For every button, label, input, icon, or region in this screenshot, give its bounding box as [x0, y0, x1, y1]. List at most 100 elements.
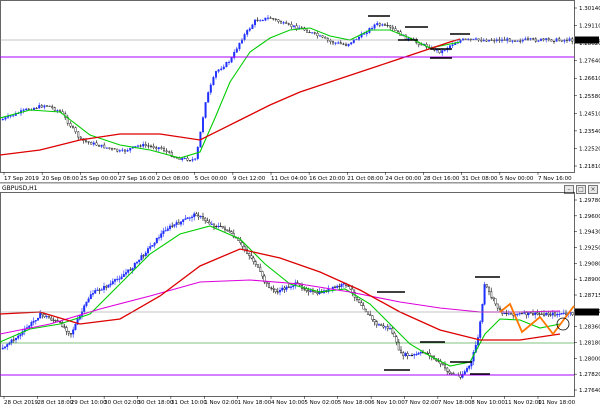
candle-body — [303, 288, 306, 290]
candle-body — [375, 321, 378, 326]
plot-frame — [0, 192, 575, 397]
candle-body — [71, 125, 74, 128]
h4-price-chart[interactable]: 1.30140 1.29110 1.28620 1.27640 1.26610 1.255… — [0, 0, 600, 183]
candle-body — [490, 291, 493, 298]
candle-body — [168, 151, 171, 153]
h1-chart-pane[interactable]: GBPUSD,H1 – □ × 1.29780 1.29600 1.29430 1.2… — [0, 184, 600, 407]
candle-body — [285, 22, 288, 24]
candle-body — [193, 213, 196, 218]
h1-price-chart[interactable]: 1.29780 1.29600 1.29430 1.29250 1.29080 1.289… — [0, 184, 600, 407]
candle-body — [151, 245, 154, 247]
candle-body — [83, 305, 86, 312]
candle-body — [371, 28, 374, 30]
candle-body — [272, 288, 275, 290]
candle-body — [246, 30, 249, 35]
candle-body — [184, 218, 187, 220]
candle-body — [292, 285, 295, 288]
candle-body — [248, 28, 251, 31]
candle-body — [100, 289, 103, 291]
candle-body — [227, 61, 230, 63]
candle-body — [25, 108, 28, 110]
candle-body — [136, 145, 139, 147]
price-tick-label: 1.23540 — [579, 129, 600, 135]
candle-body — [565, 312, 568, 315]
candle-body — [190, 216, 193, 218]
candle-body — [3, 346, 6, 349]
candle-body — [259, 20, 262, 22]
candle-body — [311, 32, 314, 34]
candle-body — [540, 313, 543, 315]
candle-body — [334, 42, 337, 44]
price-tick-label: 1.28900 — [579, 277, 600, 283]
candle-body — [536, 312, 539, 315]
candle-body — [529, 38, 532, 40]
candle-body — [92, 142, 95, 145]
candle-body — [153, 242, 156, 246]
candle-body — [120, 276, 123, 280]
candle-body — [97, 144, 100, 147]
price-tick-label: 1.29110 — [579, 24, 600, 30]
candle-body — [332, 41, 335, 44]
candle-body — [12, 339, 15, 341]
candle-body — [54, 320, 57, 322]
candle-body — [173, 224, 176, 227]
candle-body — [358, 299, 361, 304]
candle-body — [485, 284, 488, 288]
candle-body — [350, 42, 353, 45]
candle-body — [34, 320, 37, 322]
candle-body — [226, 229, 229, 231]
time-tick-label: 31 Oct 10:00 — [171, 400, 207, 406]
candle-body — [556, 313, 559, 316]
candle-body — [116, 278, 119, 280]
candle-body — [243, 246, 246, 250]
time-tick-label: 7 Nov 02:00 — [405, 400, 439, 406]
candle-body — [519, 40, 522, 42]
candle-body — [155, 147, 158, 149]
candle-body — [122, 274, 125, 278]
candle-body — [518, 313, 521, 315]
candle-body — [551, 312, 554, 316]
h4-chart-pane[interactable]: 1.30140 1.29110 1.28620 1.27640 1.26610 1.255… — [0, 0, 600, 183]
candle-body — [313, 32, 316, 34]
candle-body — [165, 150, 168, 152]
candle-body — [285, 286, 288, 290]
candle-body — [48, 105, 51, 107]
candle-body — [356, 297, 359, 300]
candle-body — [107, 284, 110, 288]
candle-body — [121, 149, 124, 151]
candle-body — [241, 242, 244, 247]
metatrader-chart-window: 1.30140 1.29110 1.28620 1.27640 1.26610 1.255… — [0, 0, 600, 407]
candle-body — [391, 26, 394, 29]
candle-body — [339, 42, 342, 45]
candle-body — [378, 23, 381, 26]
candle-body — [538, 313, 541, 315]
candle-body — [98, 289, 101, 291]
candle-body — [207, 92, 210, 103]
current-price-label: 1.28620 — [577, 38, 600, 44]
candle-body — [206, 220, 209, 223]
candle-body — [140, 255, 143, 261]
candle-body — [38, 105, 41, 109]
candle-body — [376, 23, 379, 25]
candle-body — [347, 285, 350, 287]
candle-body — [287, 286, 290, 288]
candle-body — [411, 355, 414, 357]
candle-body — [1, 347, 4, 350]
candle-body — [72, 329, 75, 335]
price-tick-label: 1.29080 — [579, 261, 600, 267]
candle-body — [238, 42, 241, 50]
candle-body — [28, 325, 31, 328]
candle-body — [347, 43, 350, 46]
candle-body — [547, 38, 550, 40]
candle-body — [481, 304, 484, 322]
candle-body — [467, 38, 470, 40]
candle-body — [109, 283, 112, 286]
candle-body — [404, 353, 407, 356]
candle-body — [464, 38, 467, 40]
candle-body — [306, 29, 309, 33]
candle-body — [111, 281, 114, 285]
candle-body — [420, 44, 423, 46]
candle-body — [103, 144, 106, 149]
candle-body — [87, 298, 90, 303]
candle-body — [9, 115, 12, 117]
